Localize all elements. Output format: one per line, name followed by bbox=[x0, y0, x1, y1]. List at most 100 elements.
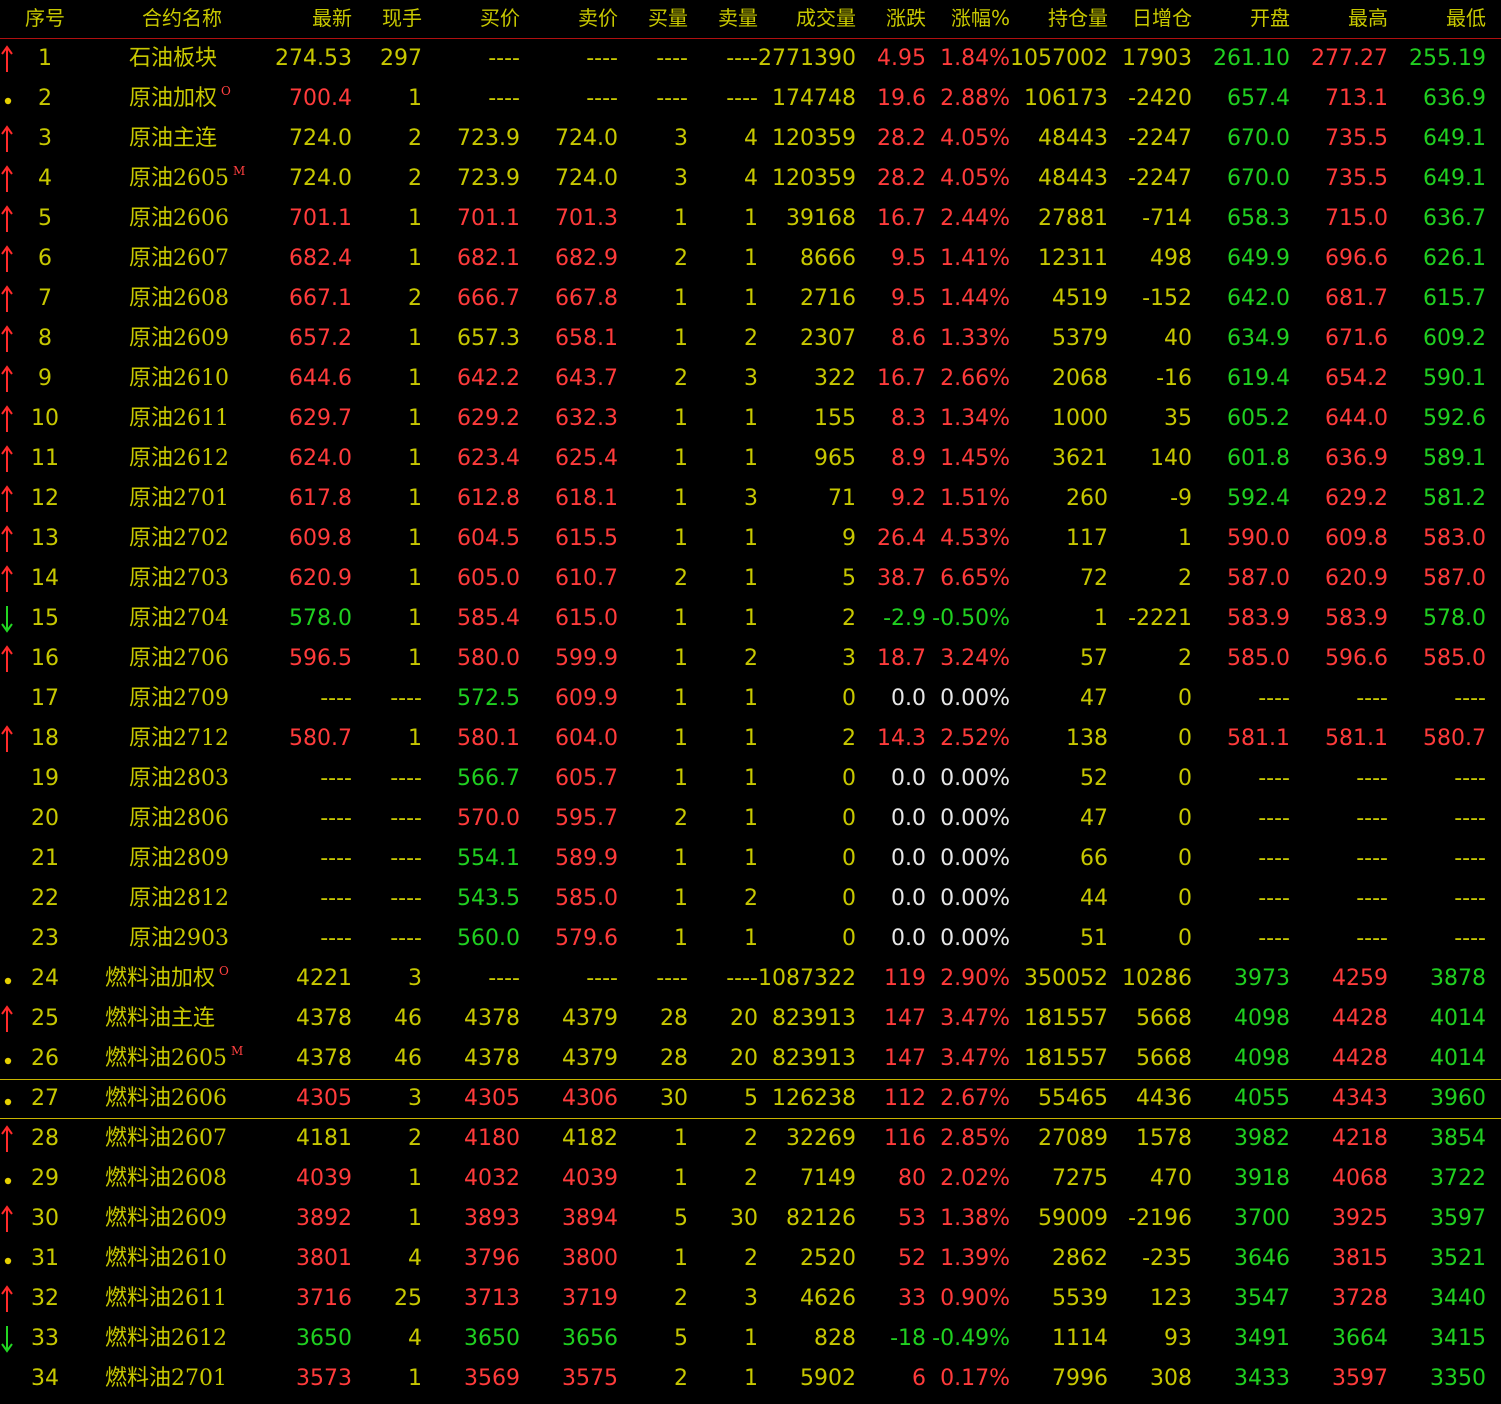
table-row[interactable]: 32 燃料油2611 3716 25 3713 3719 2 3 4626 33… bbox=[0, 1279, 1501, 1319]
table-row[interactable]: 16 原油2706 596.5 1 580.0 599.9 1 2 3 18.7… bbox=[0, 639, 1501, 679]
bid-price: ---- bbox=[488, 966, 520, 991]
change-percent: 2.44% bbox=[940, 206, 1010, 231]
contract-name[interactable]: 燃料油2609 bbox=[105, 1199, 275, 1239]
col-header-open-interest[interactable]: 持仓量 bbox=[1016, 0, 1108, 38]
table-row[interactable]: 5 原油2606 701.1 1 701.1 701.3 1 1 39168 1… bbox=[0, 199, 1501, 239]
change-percent: 3.24% bbox=[940, 646, 1010, 671]
col-header-bid[interactable]: 买价 bbox=[440, 0, 520, 38]
col-header-change[interactable]: 涨跌 bbox=[864, 0, 926, 38]
col-header-oi-change[interactable]: 日增仓 bbox=[1116, 0, 1192, 38]
ask-volume: 4 bbox=[744, 166, 758, 191]
open-price: 3433 bbox=[1234, 1366, 1290, 1391]
open-price: 592.4 bbox=[1227, 486, 1290, 511]
table-row[interactable]: 19 原油2803 ---- ---- 566.7 605.7 1 1 0 0.… bbox=[0, 759, 1501, 799]
contract-name[interactable]: 燃料油2606 bbox=[105, 1080, 275, 1118]
table-row[interactable]: 15 原油2704 578.0 1 585.4 615.0 1 1 2 -2.9… bbox=[0, 599, 1501, 639]
high-price: 696.6 bbox=[1325, 246, 1388, 271]
table-row[interactable]: 10 原油2611 629.7 1 629.2 632.3 1 1 155 8.… bbox=[0, 399, 1501, 439]
ask-volume: 3 bbox=[744, 1286, 758, 1311]
up-arrow-icon bbox=[0, 519, 18, 564]
open-price: 585.0 bbox=[1227, 646, 1290, 671]
open-interest: 27881 bbox=[1038, 206, 1108, 231]
contract-name[interactable]: 燃料油2607 bbox=[105, 1119, 275, 1159]
daily-oi-change: 498 bbox=[1150, 246, 1192, 271]
trade-volume: 7149 bbox=[800, 1166, 856, 1191]
col-header-bid-vol[interactable]: 买量 bbox=[630, 0, 688, 38]
bid-volume: 1 bbox=[674, 846, 688, 871]
last-price: ---- bbox=[320, 766, 352, 791]
current-volume: 297 bbox=[380, 46, 422, 71]
last-price: 724.0 bbox=[289, 166, 352, 191]
bid-price: 572.5 bbox=[457, 686, 520, 711]
trade-volume: 322 bbox=[814, 366, 856, 391]
seq-cell: 15 bbox=[31, 606, 59, 631]
col-header-low[interactable]: 最低 bbox=[1404, 0, 1486, 38]
last-price: 4378 bbox=[296, 1046, 352, 1071]
table-row[interactable]: 14 原油2703 620.9 1 605.0 610.7 2 1 5 38.7… bbox=[0, 559, 1501, 599]
seq-cell: 8 bbox=[38, 326, 52, 351]
high-price: 629.2 bbox=[1325, 486, 1388, 511]
table-row[interactable]: 18 原油2712 580.7 1 580.1 604.0 1 1 2 14.3… bbox=[0, 719, 1501, 759]
table-row[interactable]: 21 原油2809 ---- ---- 554.1 589.9 1 1 0 0.… bbox=[0, 839, 1501, 879]
table-row[interactable]: 4 原油2605 M 724.0 2 723.9 724.0 3 4 120359… bbox=[0, 159, 1501, 199]
bid-volume: 1 bbox=[674, 1126, 688, 1151]
dot-icon bbox=[0, 1239, 18, 1284]
table-row[interactable]: 7 原油2608 667.1 2 666.7 667.8 1 1 2716 9.… bbox=[0, 279, 1501, 319]
table-row[interactable]: 12 原油2701 617.8 1 612.8 618.1 1 3 71 9.2… bbox=[0, 479, 1501, 519]
table-row[interactable]: 3 原油主连 724.0 2 723.9 724.0 3 4 120359 28… bbox=[0, 119, 1501, 159]
col-header-volume[interactable]: 成交量 bbox=[768, 0, 856, 38]
contract-name[interactable]: 燃料油主连 bbox=[105, 999, 275, 1039]
last-price: 4221 bbox=[296, 966, 352, 991]
table-row[interactable]: 26 燃料油2605 M 4378 46 4378 4379 28 20 8239… bbox=[0, 1039, 1501, 1079]
table-row[interactable]: 33 燃料油2612 3650 4 3650 3656 5 1 828 -18 … bbox=[0, 1319, 1501, 1359]
table-row[interactable]: 11 原油2612 624.0 1 623.4 625.4 1 1 965 8.… bbox=[0, 439, 1501, 479]
table-row[interactable]: 6 原油2607 682.4 1 682.1 682.9 2 1 8666 9.… bbox=[0, 239, 1501, 279]
table-row[interactable]: 2 原油加权 O 700.4 1 ---- ---- ---- ---- 1747… bbox=[0, 79, 1501, 119]
bid-price: 723.9 bbox=[457, 126, 520, 151]
contract-name[interactable]: 燃料油2701 bbox=[105, 1359, 275, 1399]
low-price: 4014 bbox=[1430, 1046, 1486, 1071]
bid-volume: 1 bbox=[674, 406, 688, 431]
table-row[interactable]: 24 燃料油加权 O 4221 3 ---- ---- ---- ---- 108… bbox=[0, 959, 1501, 999]
table-row[interactable]: 22 原油2812 ---- ---- 543.5 585.0 1 2 0 0.… bbox=[0, 879, 1501, 919]
col-header-open[interactable]: 开盘 bbox=[1210, 0, 1290, 38]
table-row[interactable]: 28 燃料油2607 4181 2 4180 4182 1 2 32269 11… bbox=[0, 1119, 1501, 1159]
bid-price: 623.4 bbox=[457, 446, 520, 471]
table-row[interactable]: 34 燃料油2701 3573 1 3569 3575 2 1 5902 6 0… bbox=[0, 1359, 1501, 1399]
table-row[interactable]: 9 原油2610 644.6 1 642.2 643.7 2 3 322 16.… bbox=[0, 359, 1501, 399]
table-row[interactable]: 25 燃料油主连 4378 46 4378 4379 28 20 823913 … bbox=[0, 999, 1501, 1039]
change-percent: 0.00% bbox=[940, 766, 1010, 791]
col-header-change-pct[interactable]: 涨幅% bbox=[932, 0, 1010, 38]
table-row[interactable]: 8 原油2609 657.2 1 657.3 658.1 1 2 2307 8.… bbox=[0, 319, 1501, 359]
current-volume: ---- bbox=[390, 886, 422, 911]
contract-name[interactable]: 燃料油2605 M bbox=[105, 1039, 275, 1079]
contract-name[interactable]: 燃料油2608 bbox=[105, 1159, 275, 1199]
col-header-high[interactable]: 最高 bbox=[1306, 0, 1388, 38]
low-price: 578.0 bbox=[1423, 606, 1486, 631]
table-row[interactable]: 20 原油2806 ---- ---- 570.0 595.7 2 1 0 0.… bbox=[0, 799, 1501, 839]
contract-name[interactable]: 燃料油2610 bbox=[105, 1239, 275, 1279]
table-row[interactable]: 13 原油2702 609.8 1 604.5 615.5 1 1 9 26.4… bbox=[0, 519, 1501, 559]
table-row[interactable]: 31 燃料油2610 3801 4 3796 3800 1 2 2520 52 … bbox=[0, 1239, 1501, 1279]
col-header-ask[interactable]: 卖价 bbox=[536, 0, 618, 38]
seq-cell: 32 bbox=[31, 1286, 59, 1311]
col-header-seq[interactable]: 序号 bbox=[18, 0, 72, 38]
high-price: 715.0 bbox=[1325, 206, 1388, 231]
table-row[interactable]: 23 原油2903 ---- ---- 560.0 579.6 1 1 0 0.… bbox=[0, 919, 1501, 959]
col-header-last[interactable]: 最新 bbox=[270, 0, 352, 38]
col-header-name[interactable]: 合约名称 bbox=[120, 0, 244, 38]
contract-name[interactable]: 燃料油2612 bbox=[105, 1319, 275, 1359]
table-row[interactable]: 30 燃料油2609 3892 1 3893 3894 5 30 82126 5… bbox=[0, 1199, 1501, 1239]
seq-cell: 3 bbox=[38, 126, 52, 151]
table-row[interactable]: 27 燃料油2606 4305 3 4305 4306 30 5 126238 … bbox=[0, 1079, 1501, 1119]
col-header-ask-vol[interactable]: 卖量 bbox=[700, 0, 758, 38]
daily-oi-change: 308 bbox=[1150, 1366, 1192, 1391]
daily-oi-change: 5668 bbox=[1136, 1046, 1192, 1071]
contract-name[interactable]: 燃料油加权 O bbox=[105, 959, 275, 999]
table-row[interactable]: 17 原油2709 ---- ---- 572.5 609.9 1 1 0 0.… bbox=[0, 679, 1501, 719]
contract-name[interactable]: 燃料油2611 bbox=[105, 1279, 275, 1319]
col-header-cur-vol[interactable]: 现手 bbox=[362, 0, 422, 38]
table-row[interactable]: 1 石油板块 274.53 297 ---- ---- ---- ---- 27… bbox=[0, 39, 1501, 79]
bid-price: ---- bbox=[488, 46, 520, 71]
table-row[interactable]: 29 燃料油2608 4039 1 4032 4039 1 2 7149 80 … bbox=[0, 1159, 1501, 1199]
